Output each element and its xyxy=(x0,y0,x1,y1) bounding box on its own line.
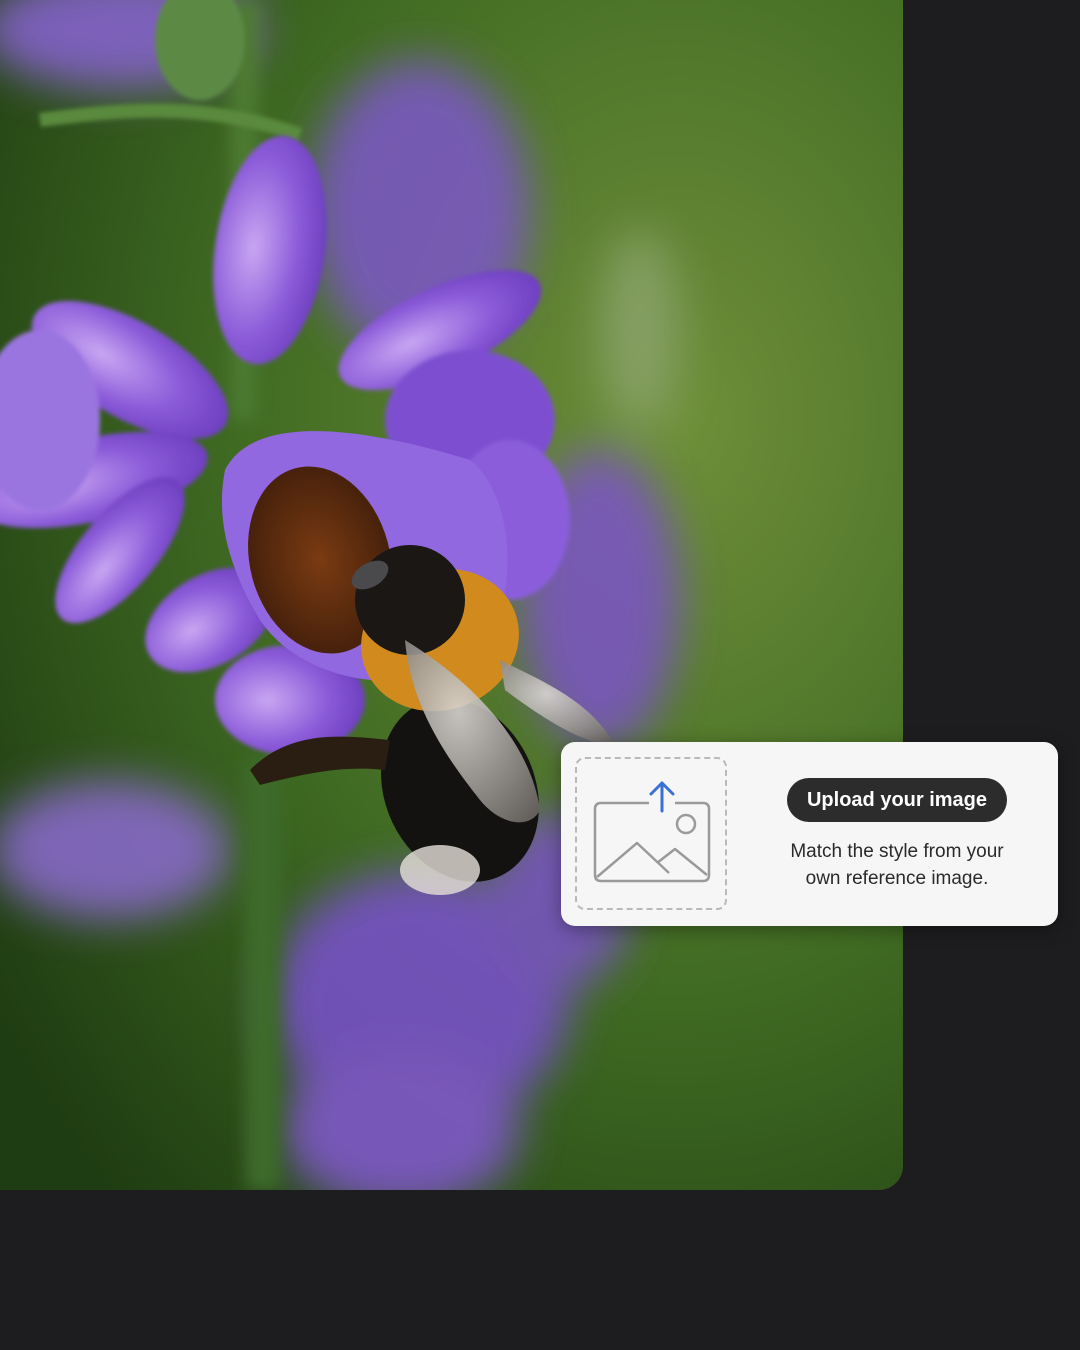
upload-card: Upload your image Match the style from y… xyxy=(561,742,1058,926)
reference-photo xyxy=(0,0,903,1190)
image-dropzone[interactable] xyxy=(575,757,727,910)
upload-description-line1: Match the style from your xyxy=(790,841,1004,862)
upload-description-line2: own reference image. xyxy=(805,868,989,889)
upload-image-button[interactable]: Upload your image xyxy=(787,778,1007,822)
image-upload-icon xyxy=(593,781,711,883)
upload-description: Match the style from your own reference … xyxy=(757,838,1037,892)
